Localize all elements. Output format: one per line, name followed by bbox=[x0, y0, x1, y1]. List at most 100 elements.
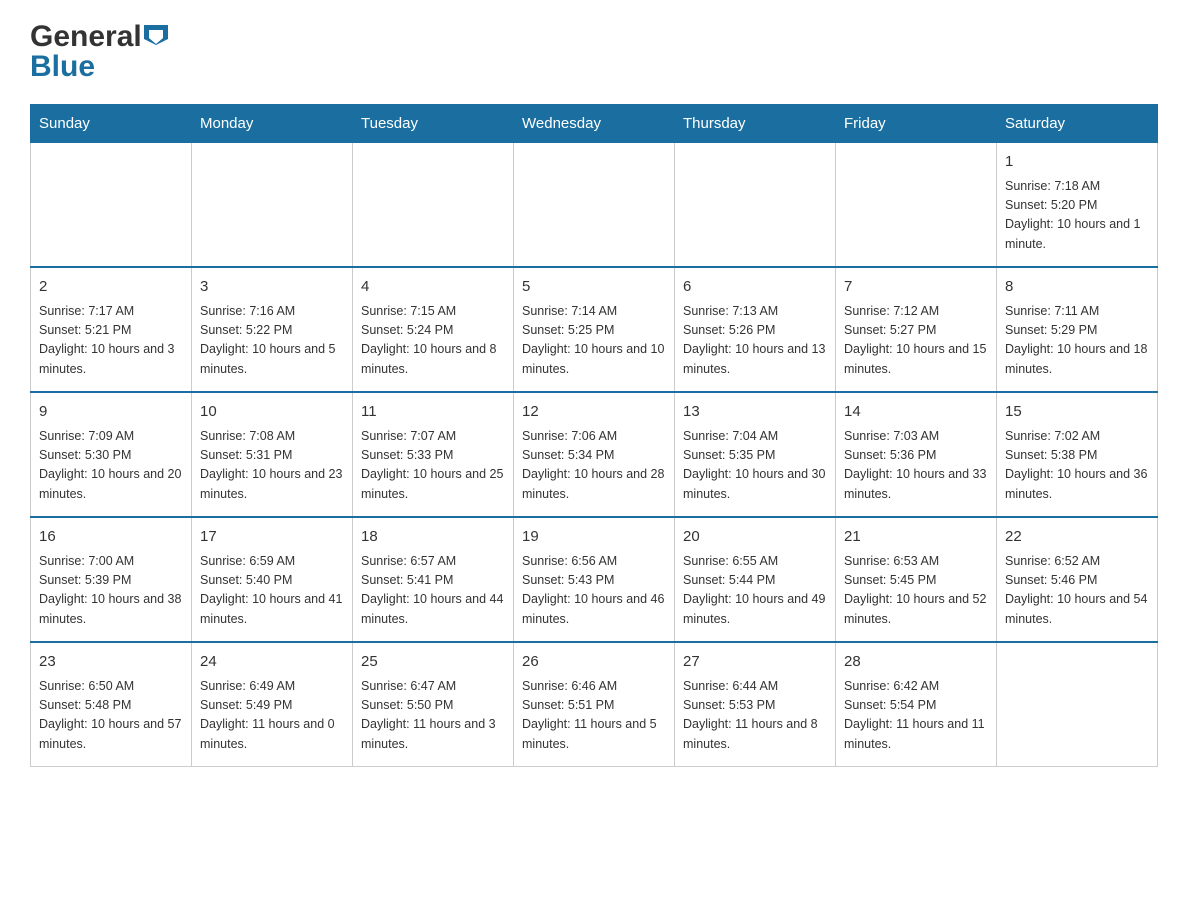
calendar-cell: 6 Sunrise: 7:13 AMSunset: 5:26 PMDaylight… bbox=[675, 267, 836, 392]
calendar-cell: 24Sunrise: 6:49 AMSunset: 5:49 PMDayligh… bbox=[192, 642, 353, 767]
logo: General Blue bbox=[30, 20, 168, 84]
day-info: Sunrise: 6:59 AMSunset: 5:40 PMDaylight:… bbox=[200, 552, 344, 630]
day-info: Sunrise: 7:00 AMSunset: 5:39 PMDaylight:… bbox=[39, 552, 183, 630]
day-header-sunday: Sunday bbox=[31, 105, 192, 143]
day-header-wednesday: Wednesday bbox=[514, 105, 675, 143]
calendar-table: SundayMondayTuesdayWednesdayThursdayFrid… bbox=[30, 104, 1158, 767]
calendar-cell: 8 Sunrise: 7:11 AMSunset: 5:29 PMDaylight… bbox=[997, 267, 1158, 392]
calendar-cell: 10 Sunrise: 7:08 AMSunset: 5:31 PMDayligh… bbox=[192, 392, 353, 517]
day-number: 24 bbox=[200, 651, 344, 674]
day-number: 20 bbox=[683, 526, 827, 549]
day-number: 11 bbox=[361, 401, 505, 424]
day-info: Sunrise: 7:06 AMSunset: 5:34 PMDaylight:… bbox=[522, 427, 666, 505]
day-number: 15 bbox=[1005, 401, 1149, 424]
day-number: 23 bbox=[39, 651, 183, 674]
day-info: Sunrise: 7:07 AMSunset: 5:33 PMDaylight:… bbox=[361, 427, 505, 505]
day-info: Sunrise: 6:44 AMSunset: 5:53 PMDaylight:… bbox=[683, 677, 827, 755]
calendar-cell: 1 Sunrise: 7:18 AMSunset: 5:20 PMDaylight… bbox=[997, 143, 1158, 268]
day-number: 25 bbox=[361, 651, 505, 674]
day-info: Sunrise: 7:17 AMSunset: 5:21 PMDaylight:… bbox=[39, 302, 183, 380]
calendar-cell: 4 Sunrise: 7:15 AMSunset: 5:24 PMDaylight… bbox=[353, 267, 514, 392]
calendar-cell: 13Sunrise: 7:04 AMSunset: 5:35 PMDayligh… bbox=[675, 392, 836, 517]
calendar-cell bbox=[675, 143, 836, 268]
day-number: 7 bbox=[844, 276, 988, 299]
day-info: Sunrise: 6:53 AMSunset: 5:45 PMDaylight:… bbox=[844, 552, 988, 630]
day-number: 21 bbox=[844, 526, 988, 549]
day-number: 27 bbox=[683, 651, 827, 674]
day-info: Sunrise: 7:13 AMSunset: 5:26 PMDaylight:… bbox=[683, 302, 827, 380]
calendar-cell bbox=[31, 143, 192, 268]
calendar-cell: 22 Sunrise: 6:52 AMSunset: 5:46 PMDayligh… bbox=[997, 517, 1158, 642]
day-number: 17 bbox=[200, 526, 344, 549]
day-info: Sunrise: 7:12 AMSunset: 5:27 PMDaylight:… bbox=[844, 302, 988, 380]
day-number: 10 bbox=[200, 401, 344, 424]
calendar-cell: 20Sunrise: 6:55 AMSunset: 5:44 PMDayligh… bbox=[675, 517, 836, 642]
day-info: Sunrise: 6:57 AMSunset: 5:41 PMDaylight:… bbox=[361, 552, 505, 630]
calendar-cell: 16 Sunrise: 7:00 AMSunset: 5:39 PMDayligh… bbox=[31, 517, 192, 642]
day-header-thursday: Thursday bbox=[675, 105, 836, 143]
day-header-saturday: Saturday bbox=[997, 105, 1158, 143]
day-header-friday: Friday bbox=[836, 105, 997, 143]
day-info: Sunrise: 7:18 AMSunset: 5:20 PMDaylight:… bbox=[1005, 177, 1149, 255]
day-info: Sunrise: 7:02 AMSunset: 5:38 PMDaylight:… bbox=[1005, 427, 1149, 505]
logo-arrow-icon bbox=[144, 25, 168, 50]
calendar-cell: 28 Sunrise: 6:42 AMSunset: 5:54 PMDayligh… bbox=[836, 642, 997, 767]
calendar-cell: 14Sunrise: 7:03 AMSunset: 5:36 PMDayligh… bbox=[836, 392, 997, 517]
day-number: 26 bbox=[522, 651, 666, 674]
calendar-cell bbox=[514, 143, 675, 268]
page-header: General Blue bbox=[30, 20, 1158, 84]
calendar-week-4: 16 Sunrise: 7:00 AMSunset: 5:39 PMDayligh… bbox=[31, 517, 1158, 642]
day-number: 18 bbox=[361, 526, 505, 549]
calendar-cell bbox=[192, 143, 353, 268]
calendar-cell: 19 Sunrise: 6:56 AMSunset: 5:43 PMDayligh… bbox=[514, 517, 675, 642]
day-number: 19 bbox=[522, 526, 666, 549]
day-number: 2 bbox=[39, 276, 183, 299]
calendar-cell bbox=[836, 143, 997, 268]
day-number: 14 bbox=[844, 401, 988, 424]
calendar-cell: 9 Sunrise: 7:09 AMSunset: 5:30 PMDaylight… bbox=[31, 392, 192, 517]
calendar-cell: 7 Sunrise: 7:12 AMSunset: 5:27 PMDaylight… bbox=[836, 267, 997, 392]
calendar-cell: 27 Sunrise: 6:44 AMSunset: 5:53 PMDayligh… bbox=[675, 642, 836, 767]
day-info: Sunrise: 6:56 AMSunset: 5:43 PMDaylight:… bbox=[522, 552, 666, 630]
calendar-cell: 5Sunrise: 7:14 AMSunset: 5:25 PMDaylight… bbox=[514, 267, 675, 392]
calendar-cell: 26 Sunrise: 6:46 AMSunset: 5:51 PMDayligh… bbox=[514, 642, 675, 767]
day-number: 22 bbox=[1005, 526, 1149, 549]
calendar-cell: 21 Sunrise: 6:53 AMSunset: 5:45 PMDayligh… bbox=[836, 517, 997, 642]
day-number: 28 bbox=[844, 651, 988, 674]
day-number: 8 bbox=[1005, 276, 1149, 299]
day-info: Sunrise: 6:46 AMSunset: 5:51 PMDaylight:… bbox=[522, 677, 666, 755]
day-info: Sunrise: 7:08 AMSunset: 5:31 PMDaylight:… bbox=[200, 427, 344, 505]
day-number: 4 bbox=[361, 276, 505, 299]
day-info: Sunrise: 6:47 AMSunset: 5:50 PMDaylight:… bbox=[361, 677, 505, 755]
day-info: Sunrise: 7:15 AMSunset: 5:24 PMDaylight:… bbox=[361, 302, 505, 380]
calendar-cell: 2 Sunrise: 7:17 AMSunset: 5:21 PMDaylight… bbox=[31, 267, 192, 392]
calendar-cell: 3 Sunrise: 7:16 AMSunset: 5:22 PMDaylight… bbox=[192, 267, 353, 392]
day-number: 12 bbox=[522, 401, 666, 424]
day-info: Sunrise: 6:50 AMSunset: 5:48 PMDaylight:… bbox=[39, 677, 183, 755]
day-info: Sunrise: 7:09 AMSunset: 5:30 PMDaylight:… bbox=[39, 427, 183, 505]
calendar-cell: 15 Sunrise: 7:02 AMSunset: 5:38 PMDayligh… bbox=[997, 392, 1158, 517]
day-info: Sunrise: 6:42 AMSunset: 5:54 PMDaylight:… bbox=[844, 677, 988, 755]
logo-general-text: General bbox=[30, 20, 142, 54]
day-header-monday: Monday bbox=[192, 105, 353, 143]
day-header-tuesday: Tuesday bbox=[353, 105, 514, 143]
day-number: 3 bbox=[200, 276, 344, 299]
calendar-cell: 23 Sunrise: 6:50 AMSunset: 5:48 PMDayligh… bbox=[31, 642, 192, 767]
calendar-week-5: 23 Sunrise: 6:50 AMSunset: 5:48 PMDayligh… bbox=[31, 642, 1158, 767]
day-info: Sunrise: 7:14 AMSunset: 5:25 PMDaylight:… bbox=[522, 302, 666, 380]
day-number: 9 bbox=[39, 401, 183, 424]
calendar-cell: 18 Sunrise: 6:57 AMSunset: 5:41 PMDayligh… bbox=[353, 517, 514, 642]
logo-blue-text: Blue bbox=[30, 50, 95, 84]
calendar-cell: 17 Sunrise: 6:59 AMSunset: 5:40 PMDayligh… bbox=[192, 517, 353, 642]
day-number: 13 bbox=[683, 401, 827, 424]
day-info: Sunrise: 7:16 AMSunset: 5:22 PMDaylight:… bbox=[200, 302, 344, 380]
day-info: Sunrise: 6:52 AMSunset: 5:46 PMDaylight:… bbox=[1005, 552, 1149, 630]
day-number: 1 bbox=[1005, 151, 1149, 174]
day-number: 16 bbox=[39, 526, 183, 549]
calendar-cell: 25 Sunrise: 6:47 AMSunset: 5:50 PMDayligh… bbox=[353, 642, 514, 767]
calendar-header-row: SundayMondayTuesdayWednesdayThursdayFrid… bbox=[31, 105, 1158, 143]
day-info: Sunrise: 7:11 AMSunset: 5:29 PMDaylight:… bbox=[1005, 302, 1149, 380]
calendar-cell bbox=[353, 143, 514, 268]
calendar-cell: 12 Sunrise: 7:06 AMSunset: 5:34 PMDayligh… bbox=[514, 392, 675, 517]
day-number: 6 bbox=[683, 276, 827, 299]
